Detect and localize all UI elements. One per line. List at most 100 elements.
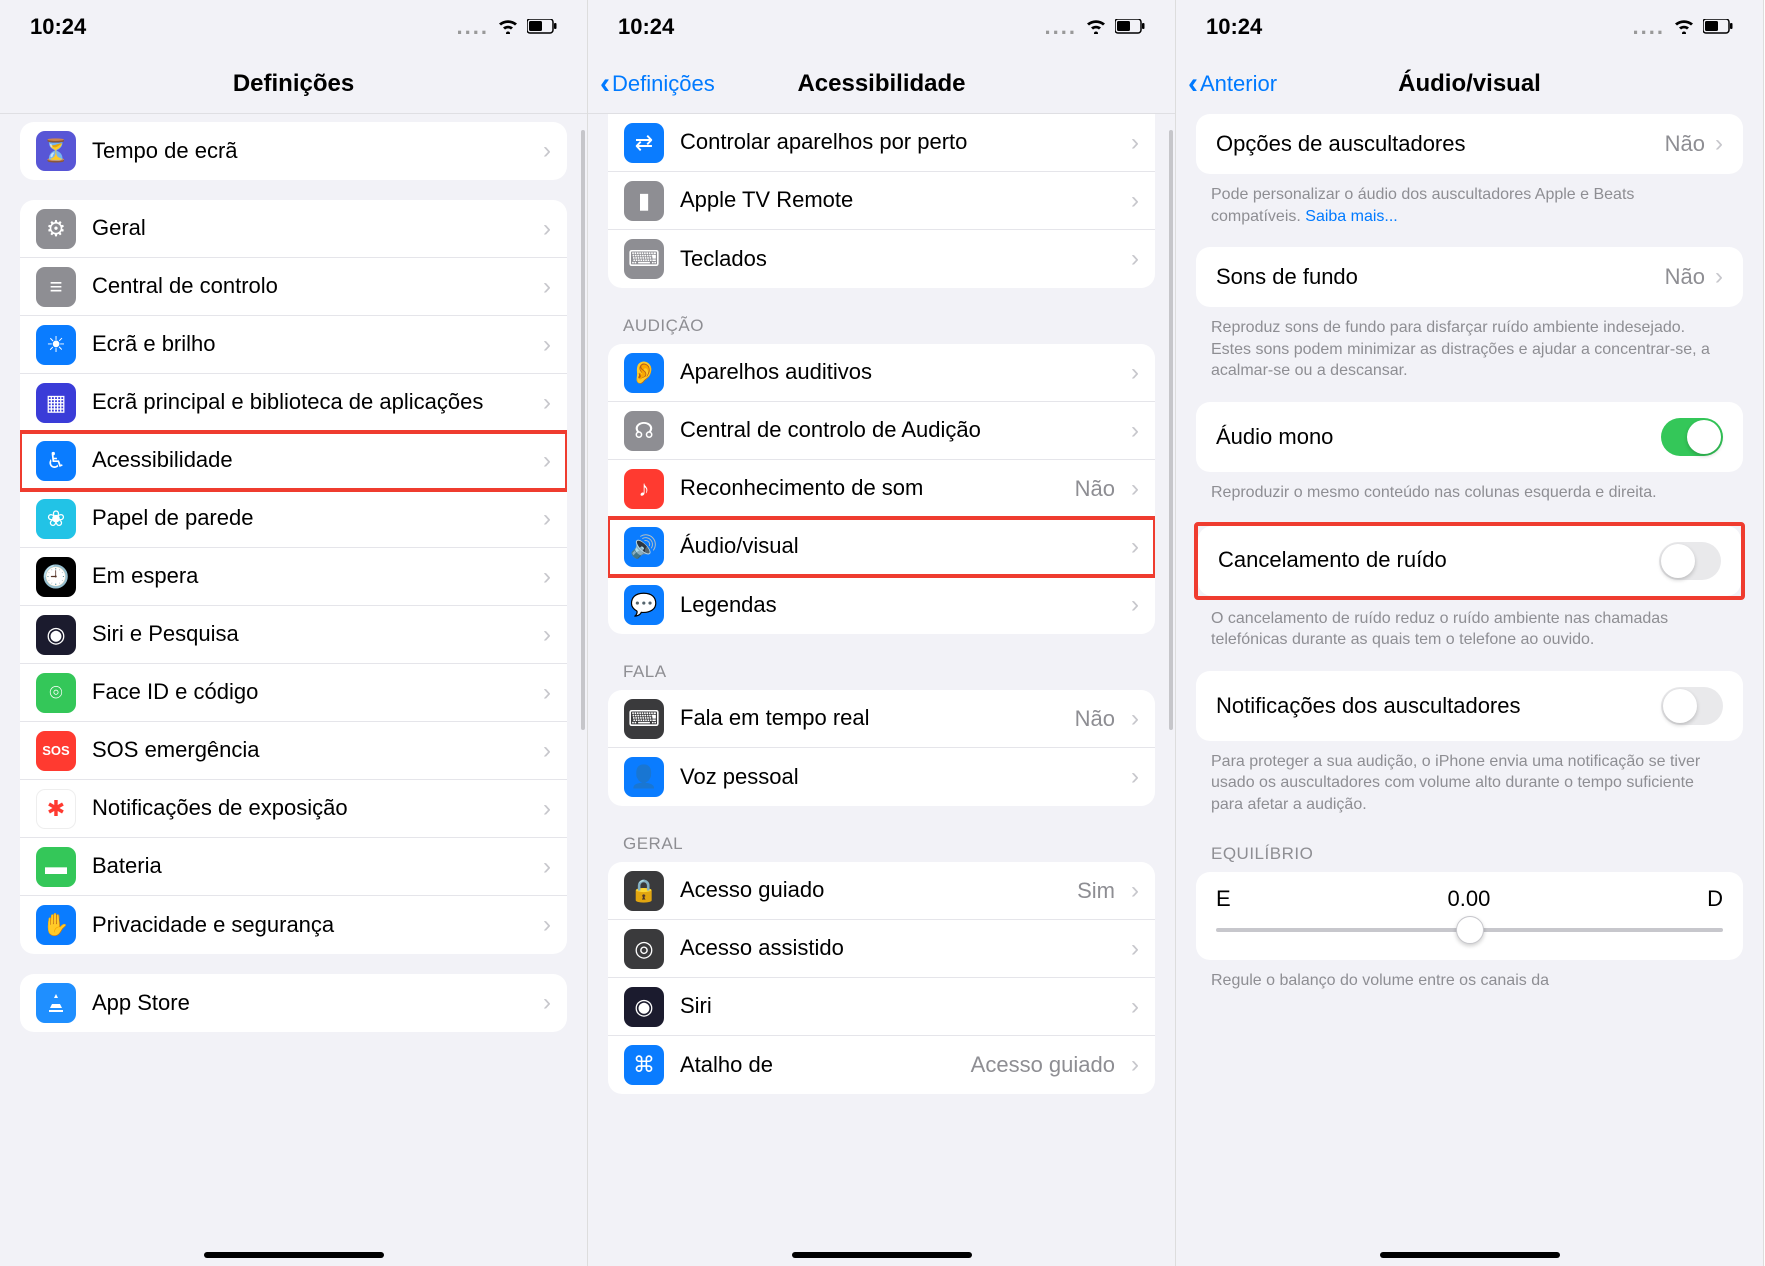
audiovisual-content[interactable]: Opções de auscultadores Não › Pode perso…: [1176, 114, 1763, 1266]
audiovisual-icon: 🔊: [624, 527, 664, 567]
row-atalho-de[interactable]: ⌘Atalho deAcesso guiado›: [608, 1036, 1155, 1094]
chevron-right-icon: ›: [543, 679, 551, 707]
chevron-right-icon: ›: [543, 989, 551, 1017]
row-teclados[interactable]: ⌨︎Teclados›: [608, 230, 1155, 288]
row-value: Não: [1075, 476, 1115, 502]
chevron-right-icon: ›: [543, 853, 551, 881]
row-label: Papel de parede: [92, 505, 527, 531]
toggle-noise-cancel[interactable]: [1659, 542, 1721, 580]
balance-left-label: E: [1216, 886, 1231, 912]
home-indicator[interactable]: [204, 1252, 384, 1258]
chevron-right-icon: ›: [1131, 877, 1139, 905]
back-label: Anterior: [1200, 71, 1277, 97]
row-aparelhos-auditivos[interactable]: 👂Aparelhos auditivos›: [608, 344, 1155, 402]
slider-track[interactable]: [1216, 928, 1723, 932]
row-bateria[interactable]: ▬Bateria›: [20, 838, 567, 896]
live-speech-icon: ⌨︎: [624, 699, 664, 739]
row-label: Geral: [92, 215, 527, 241]
balance-value: 0.00: [1447, 886, 1490, 912]
row-ecra-principal-e-biblioteca-de-aplicacoe[interactable]: ▦Ecrã principal e biblioteca de aplicaçõ…: [20, 374, 567, 432]
row-controlar-aparelhos-por-perto[interactable]: ⇄Controlar aparelhos por perto›: [608, 114, 1155, 172]
row-mono-audio[interactable]: Áudio mono: [1196, 402, 1743, 472]
row-headphone-options[interactable]: Opções de auscultadores Não ›: [1196, 114, 1743, 174]
row-app-store[interactable]: App Store ›: [20, 974, 567, 1032]
row-acessibilidade[interactable]: ♿︎Acessibilidade›: [20, 432, 567, 490]
row-siri[interactable]: ◉Siri›: [608, 978, 1155, 1036]
chevron-right-icon: ›: [1131, 763, 1139, 791]
row-acesso-assistido[interactable]: ◎Acesso assistido›: [608, 920, 1155, 978]
nav-bar: ‹ Anterior Áudio/visual: [1176, 54, 1763, 114]
section-header-balance: Equilíbrio: [1176, 836, 1763, 872]
row-sos-emergencia[interactable]: SOSSOS emergência›: [20, 722, 567, 780]
back-button[interactable]: ‹ Anterior: [1188, 69, 1277, 99]
row-label: Notificações de exposição: [92, 795, 527, 821]
ear-icon: 👂: [624, 353, 664, 393]
row-label: Reconhecimento de som: [680, 475, 1059, 501]
row-notificacoes-de-exposicao[interactable]: ✱Notificações de exposição›: [20, 780, 567, 838]
brightness-icon: ☀︎: [36, 325, 76, 365]
back-button[interactable]: ‹ Definições: [600, 69, 715, 99]
row-apple-tv-remote[interactable]: ▮Apple TV Remote›: [608, 172, 1155, 230]
row-label: Siri e Pesquisa: [92, 621, 527, 647]
row-papel-de-parede[interactable]: ❀Papel de parede›: [20, 490, 567, 548]
row-label: Atalho de: [680, 1052, 955, 1078]
scrollbar[interactable]: [581, 130, 585, 730]
row-siri-e-pesquisa[interactable]: ◉Siri e Pesquisa›: [20, 606, 567, 664]
status-bar: 10:24 ....: [588, 0, 1175, 54]
row-fala-em-tempo-real[interactable]: ⌨︎Fala em tempo realNão›: [608, 690, 1155, 748]
row-screen-time[interactable]: ⏳ Tempo de ecrã ›: [20, 122, 567, 180]
assist-icon: ◎: [624, 929, 664, 969]
chevron-right-icon: ›: [1131, 993, 1139, 1021]
row-audiovisual[interactable]: 🔊Áudio/visual›: [608, 518, 1155, 576]
footer-background-sounds: Reproduz sons de fundo para disfarçar ru…: [1176, 307, 1763, 382]
status-right: ....: [457, 14, 557, 40]
row-acesso-guiado[interactable]: 🔒Acesso guiadoSim›: [608, 862, 1155, 920]
battery-icon: [1115, 14, 1145, 40]
row-label: Notificações dos auscultadores: [1216, 693, 1661, 719]
row-noise-cancel[interactable]: Cancelamento de ruído: [1198, 526, 1741, 596]
row-reconhecimento-de-som[interactable]: ♪Reconhecimento de somNão›: [608, 460, 1155, 518]
section-header-hearing: Audição: [588, 308, 1175, 344]
slider-thumb[interactable]: [1456, 916, 1484, 944]
nav-bar: ‹ Definições Acessibilidade: [588, 54, 1175, 114]
back-label: Definições: [612, 71, 715, 97]
devices-icon: ⇄: [624, 123, 664, 163]
learn-more-link[interactable]: Saiba mais...: [1305, 208, 1397, 225]
chevron-right-icon: ›: [543, 273, 551, 301]
home-indicator[interactable]: [1380, 1252, 1560, 1258]
row-ecra-e-brilho[interactable]: ☀︎Ecrã e brilho›: [20, 316, 567, 374]
row-label: Opções de auscultadores: [1216, 131, 1665, 157]
chevron-right-icon: ›: [543, 563, 551, 591]
row-geral[interactable]: ⚙︎Geral›: [20, 200, 567, 258]
accessibility-content[interactable]: ⇄Controlar aparelhos por perto›▮Apple TV…: [588, 114, 1175, 1266]
row-face-id-e-codigo[interactable]: ⌾Face ID e código›: [20, 664, 567, 722]
balance-slider[interactable]: E 0.00 D: [1196, 872, 1743, 960]
chevron-right-icon: ›: [1715, 130, 1723, 158]
row-headphone-notifications[interactable]: Notificações dos auscultadores: [1196, 671, 1743, 741]
scrollbar[interactable]: [1169, 130, 1173, 730]
row-legendas[interactable]: 💬Legendas›: [608, 576, 1155, 634]
row-value: Não: [1665, 131, 1705, 157]
row-label: Áudio/visual: [680, 533, 1115, 559]
captions-icon: 💬: [624, 585, 664, 625]
toggle-headphone-notifications[interactable]: [1661, 687, 1723, 725]
row-central-de-controlo[interactable]: ≡Central de controlo›: [20, 258, 567, 316]
row-background-sounds[interactable]: Sons de fundo Não ›: [1196, 247, 1743, 307]
row-em-espera[interactable]: 🕘Em espera›: [20, 548, 567, 606]
chevron-right-icon: ›: [543, 331, 551, 359]
row-central-de-controlo-de-audicao[interactable]: ☊Central de controlo de Audição›: [608, 402, 1155, 460]
footer-headphone-notifications: Para proteger a sua audição, o iPhone en…: [1176, 741, 1763, 816]
footer-mono-audio: Reproduzir o mesmo conteúdo nas colunas …: [1176, 472, 1763, 504]
row-label: Controlar aparelhos por perto: [680, 129, 1115, 155]
row-voz-pessoal[interactable]: 👤Voz pessoal›: [608, 748, 1155, 806]
settings-content[interactable]: ⏳ Tempo de ecrã › ⚙︎Geral›≡Central de co…: [0, 114, 587, 1266]
chevron-right-icon: ›: [1131, 187, 1139, 215]
chevron-right-icon: ›: [1131, 705, 1139, 733]
row-privacidade-e-seguranca[interactable]: ✋Privacidade e segurança›: [20, 896, 567, 954]
home-indicator[interactable]: [792, 1252, 972, 1258]
row-label: Privacidade e segurança: [92, 912, 527, 938]
siri-icon: ◉: [624, 987, 664, 1027]
row-label: Face ID e código: [92, 679, 527, 705]
footer-headphone: Pode personalizar o áudio dos auscultado…: [1176, 174, 1763, 227]
toggle-mono-audio[interactable]: [1661, 418, 1723, 456]
